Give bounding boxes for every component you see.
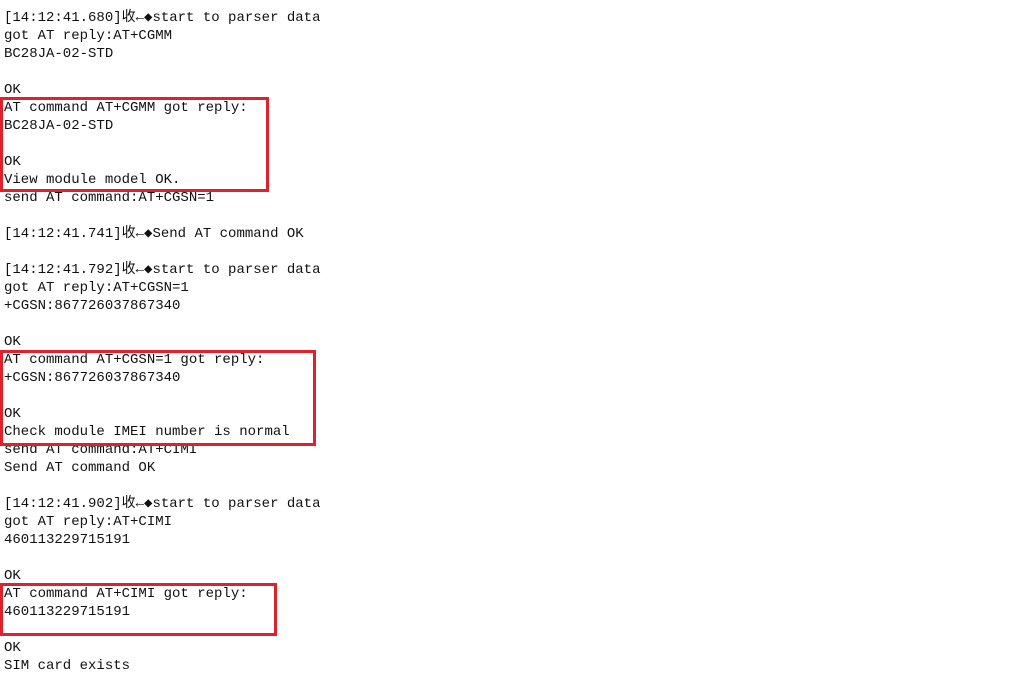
log-line: 460113229715191 xyxy=(4,532,131,548)
log-line: OK xyxy=(4,154,21,170)
serial-log: [14:12:41.680]收←◆start to parser data got… xyxy=(4,9,320,675)
log-line: send AT command:AT+CIMI xyxy=(4,442,198,458)
log-line: send AT command:AT+CGSN=1 xyxy=(4,190,215,206)
log-line: got AT reply:AT+CGMM xyxy=(4,28,173,44)
log-line: OK xyxy=(4,568,21,584)
log-line: +CGSN:867726037867340 xyxy=(4,298,181,314)
log-line: AT command AT+CIMI got reply: xyxy=(4,586,248,602)
log-line: [14:12:41.741]收←◆Send AT command OK xyxy=(4,226,304,242)
log-line: 460113229715191 xyxy=(4,604,131,620)
log-line: [14:12:41.902]收←◆start to parser data xyxy=(4,496,321,512)
log-line: BC28JA-02-STD xyxy=(4,118,114,134)
log-line: [14:12:41.680]收←◆start to parser data xyxy=(4,10,321,26)
log-line: Send AT command OK xyxy=(4,460,156,476)
log-line: [14:12:41.792]收←◆start to parser data xyxy=(4,262,321,278)
log-line: AT command AT+CGMM got reply: xyxy=(4,100,248,116)
log-line: OK xyxy=(4,334,21,350)
log-line: SIM card exists xyxy=(4,658,131,674)
log-line: OK xyxy=(4,406,21,422)
log-line: Check module IMEI number is normal xyxy=(4,424,290,440)
log-line: got AT reply:AT+CIMI xyxy=(4,514,173,530)
log-line: got AT reply:AT+CGSN=1 xyxy=(4,280,189,296)
log-line: OK xyxy=(4,640,21,656)
log-line: BC28JA-02-STD xyxy=(4,46,114,62)
log-line: AT command AT+CGSN=1 got reply: xyxy=(4,352,265,368)
log-line: +CGSN:867726037867340 xyxy=(4,370,181,386)
log-line: View module model OK. xyxy=(4,172,181,188)
log-line: OK xyxy=(4,82,21,98)
